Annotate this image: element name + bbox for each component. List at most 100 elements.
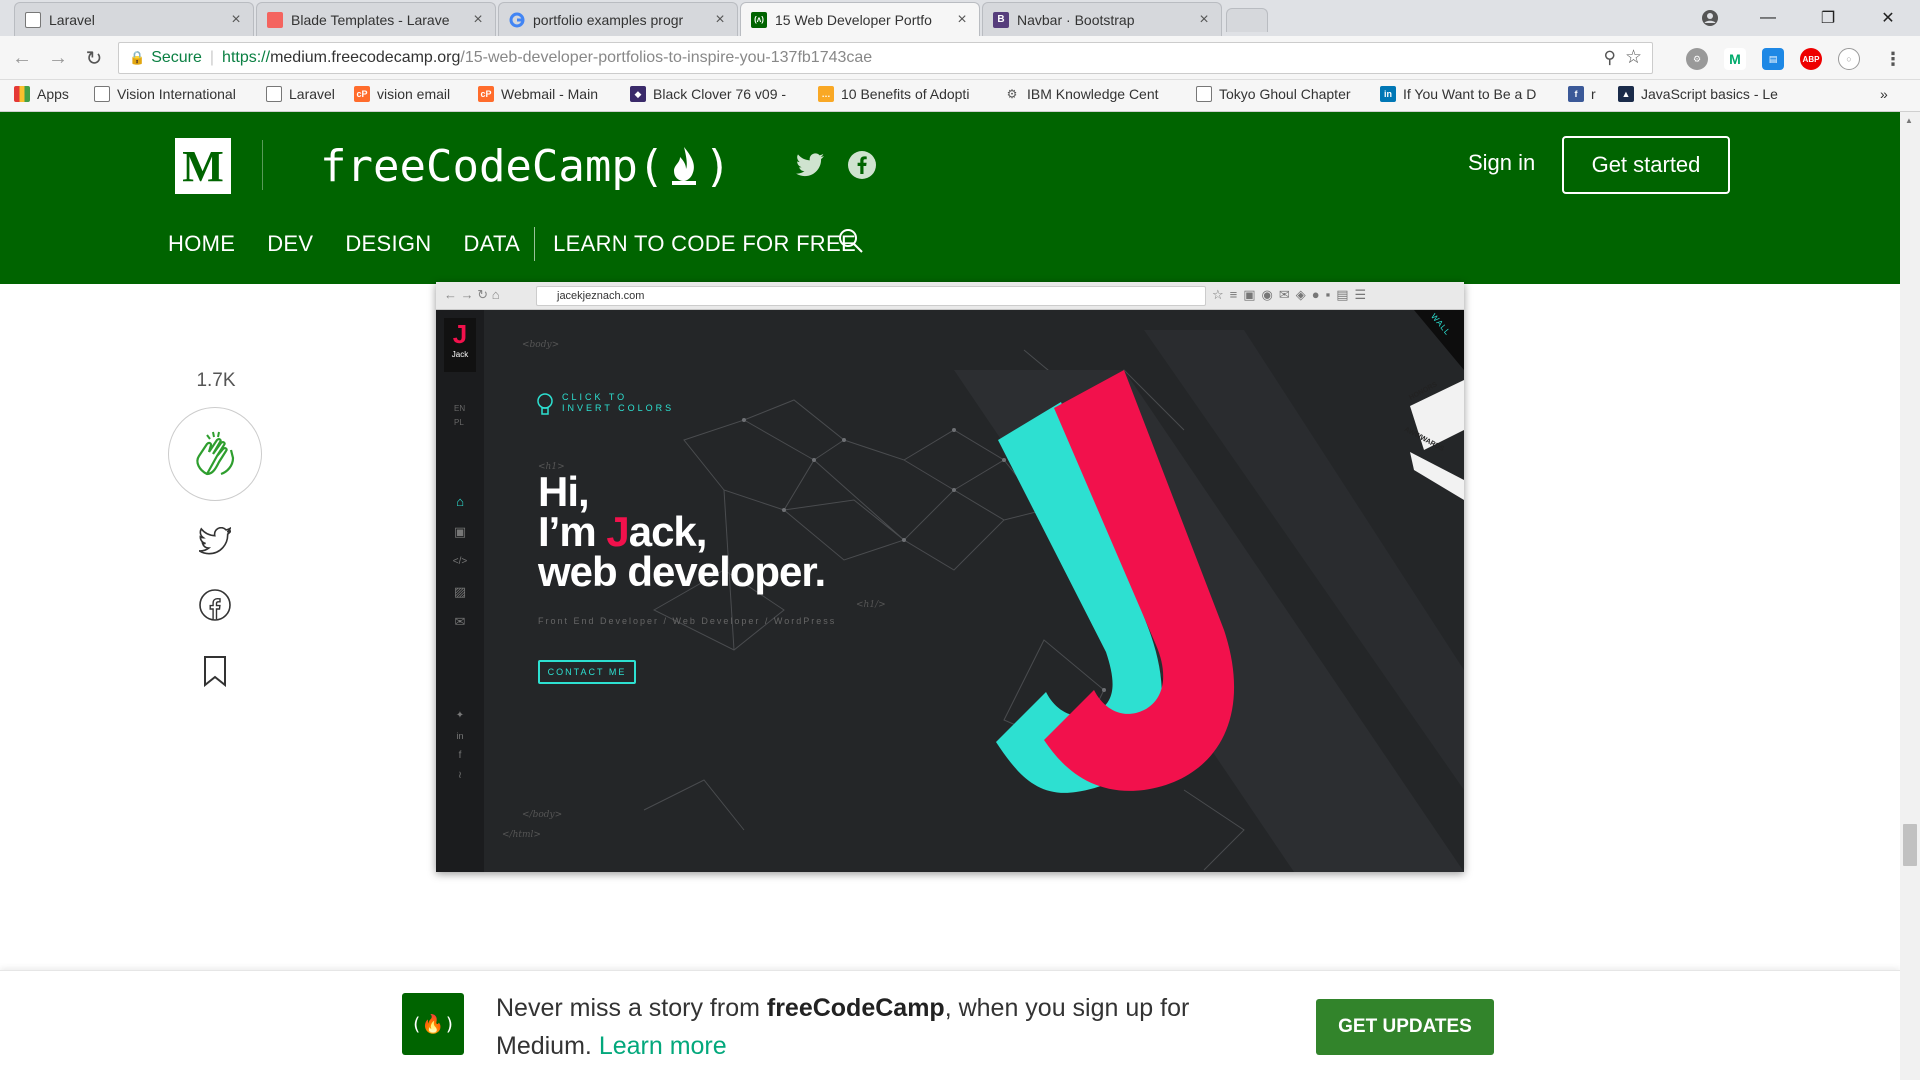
bookmark-apps[interactable]: Apps bbox=[14, 86, 69, 102]
bookmarks-bar: Apps Vision International Laravel cP visi… bbox=[0, 80, 1920, 112]
nav-learn-to-code[interactable]: LEARN TO CODE FOR FREE bbox=[553, 231, 856, 257]
scrollbar-thumb[interactable] bbox=[1903, 824, 1917, 866]
page-icon bbox=[25, 11, 41, 28]
back-button[interactable]: ← bbox=[8, 44, 36, 72]
get-updates-button[interactable]: GET UPDATES bbox=[1316, 999, 1494, 1055]
brand-text-end: ) bbox=[704, 140, 731, 192]
medium-extension-icon[interactable]: M bbox=[1724, 48, 1746, 70]
nav-home[interactable]: HOME bbox=[168, 231, 235, 257]
page-scrollbar[interactable]: ▲ bbox=[1900, 112, 1920, 1080]
share-twitter-icon[interactable] bbox=[196, 522, 234, 560]
share-facebook-icon[interactable] bbox=[196, 586, 234, 624]
hero-heading: Hi, I’m Jack, web developer. bbox=[538, 471, 826, 593]
search-icon[interactable] bbox=[836, 226, 866, 256]
menu-dots-icon[interactable]: ⋮ bbox=[1884, 48, 1902, 70]
image-nav-icons: ← → ↻ ⌂ bbox=[444, 287, 500, 302]
jack-logo-letter: J bbox=[452, 319, 468, 349]
learn-more-link[interactable]: Learn more bbox=[599, 1032, 727, 1060]
banner-text-a: Never miss a story from bbox=[496, 994, 767, 1022]
bookmark-linkedin[interactable]: in If You Want to Be a D bbox=[1380, 86, 1550, 102]
code-body-tag: <body> bbox=[522, 340, 560, 350]
jack-logo: J Jack bbox=[444, 318, 476, 372]
bookmark-laravel[interactable]: Laravel bbox=[266, 86, 335, 102]
image-extension-icons: ☆≡▣◉✉◈●▪▤☰ bbox=[1212, 287, 1373, 302]
tab-laravel[interactable]: Laravel × bbox=[14, 2, 254, 36]
clap-icon bbox=[196, 431, 235, 476]
bookmark-vision-email[interactable]: cP vision email bbox=[354, 86, 450, 102]
forward-button[interactable]: → bbox=[44, 44, 72, 72]
close-icon[interactable]: × bbox=[955, 11, 969, 29]
bookmark-label: IBM Knowledge Cent bbox=[1027, 86, 1159, 102]
tab-navbar-bootstrap[interactable]: B Navbar · Bootstrap × bbox=[982, 2, 1222, 36]
extension-settings-icon[interactable]: ⚙ bbox=[1686, 48, 1708, 70]
banner-publication-name: freeCodeCamp bbox=[766, 994, 945, 1022]
bookmark-facebook[interactable]: fr bbox=[1568, 86, 1596, 102]
tab-portfolio-examples[interactable]: portfolio examples progr × bbox=[498, 2, 738, 36]
adblock-icon[interactable]: ABP bbox=[1800, 48, 1822, 70]
facebook-icon: f bbox=[1568, 86, 1584, 102]
code-html-end-tag: </html> bbox=[502, 830, 541, 840]
bookmark-vision-international[interactable]: Vision International bbox=[94, 86, 254, 102]
bookmark-label: » bbox=[1880, 86, 1888, 102]
clap-count: 1.7K bbox=[196, 370, 236, 391]
site-nav: HOME DEV DESIGN DATA LEARN TO CODE FOR F… bbox=[168, 224, 888, 264]
ibm-icon: ⚙ bbox=[1006, 87, 1018, 101]
url-path: /15-web-developer-portfolios-to-inspire-… bbox=[460, 49, 873, 66]
close-icon[interactable]: × bbox=[713, 11, 727, 29]
invert-line-1: CLICK TO bbox=[562, 392, 628, 402]
bookmark-black-clover[interactable]: ◆ Black Clover 76 v09 - bbox=[630, 86, 800, 102]
tab-bar: Laravel × Blade Templates - Larave × por… bbox=[0, 0, 1920, 36]
bookmark-label: Webmail - Main bbox=[501, 86, 598, 102]
bookmark-ibm-knowledge[interactable]: ⚙ IBM Knowledge Cent bbox=[1004, 86, 1176, 102]
bookmark-10-benefits[interactable]: … 10 Benefits of Adopti bbox=[818, 86, 986, 102]
secure-label: Secure bbox=[151, 49, 202, 66]
code-body-end-tag: </body> bbox=[522, 810, 563, 820]
restore-button[interactable]: ❐ bbox=[1800, 0, 1856, 36]
tab-15-web-developer-portfolios[interactable]: (ʌ) 15 Web Developer Portfo × bbox=[740, 2, 980, 36]
flame-icon bbox=[672, 147, 697, 185]
nav-data[interactable]: DATA bbox=[464, 231, 521, 257]
get-started-button[interactable]: Get started bbox=[1562, 136, 1730, 194]
clap-button[interactable] bbox=[168, 407, 262, 501]
article-image-jacek-jeznach: ← → ↻ ⌂ jacekjeznach.com ☆≡▣◉✉◈●▪▤☰ J Ja… bbox=[436, 282, 1464, 872]
invert-line-2: INVERT COLORS bbox=[562, 403, 675, 413]
freecodecamp-publication-logo[interactable]: (🔥) bbox=[402, 993, 464, 1055]
page-icon bbox=[94, 86, 110, 102]
close-window-button[interactable]: ✕ bbox=[1860, 0, 1916, 36]
bookmark-tokyo-ghoul[interactable]: Tokyo Ghoul Chapter bbox=[1196, 86, 1362, 102]
nav-dev[interactable]: DEV bbox=[267, 231, 313, 257]
brand-text: freeCodeCamp( bbox=[320, 140, 665, 192]
nav-design[interactable]: DESIGN bbox=[345, 231, 431, 257]
bookmark-webmail[interactable]: cP Webmail - Main bbox=[478, 86, 598, 102]
close-icon[interactable]: × bbox=[471, 11, 485, 29]
lang-pl: PL bbox=[454, 418, 464, 427]
tab-blade-templates[interactable]: Blade Templates - Larave × bbox=[256, 2, 496, 36]
code-h1-end-tag: <h1/> bbox=[856, 600, 886, 610]
freecodecamp-logo[interactable]: freeCodeCamp( ) bbox=[320, 134, 731, 198]
freecodecamp-icon: (ʌ) bbox=[751, 11, 767, 28]
jack-j-shape bbox=[996, 370, 1235, 793]
medium-logo[interactable]: M bbox=[175, 138, 231, 194]
bookmark-star-icon[interactable]: ☆ bbox=[1625, 46, 1642, 69]
twitter-icon[interactable] bbox=[794, 149, 826, 181]
bookmark-javascript-basics[interactable]: ▲ JavaScript basics - Le bbox=[1618, 86, 1788, 102]
scroll-up-arrow[interactable]: ▲ bbox=[1905, 116, 1913, 125]
minimize-button[interactable]: — bbox=[1740, 0, 1796, 36]
facebook-icon[interactable] bbox=[846, 149, 878, 181]
reload-button[interactable]: ↻ bbox=[80, 44, 108, 72]
bookmark-label: 10 Benefits of Adopti bbox=[841, 86, 970, 102]
zoom-icon[interactable]: ⚲ bbox=[1604, 48, 1616, 68]
bookmarks-overflow-button[interactable]: » bbox=[1880, 86, 1888, 102]
sign-in-link[interactable]: Sign in bbox=[1468, 150, 1535, 176]
profile-icon[interactable] bbox=[1682, 0, 1738, 36]
url-text[interactable]: https://medium.freecodecamp.org/15-web-d… bbox=[222, 49, 872, 67]
close-icon[interactable]: × bbox=[1197, 11, 1211, 29]
extension-circle-icon[interactable]: ○ bbox=[1838, 48, 1860, 70]
close-icon[interactable]: × bbox=[229, 11, 243, 29]
address-bar[interactable]: 🔒 Secure | https://medium.freecodecamp.o… bbox=[118, 42, 1653, 74]
bookmark-icon[interactable] bbox=[196, 652, 234, 690]
new-tab-button[interactable] bbox=[1226, 8, 1268, 32]
laravel-icon bbox=[267, 11, 283, 28]
bootstrap-icon: B bbox=[993, 11, 1009, 28]
extension-icon[interactable]: ▤ bbox=[1762, 48, 1784, 70]
